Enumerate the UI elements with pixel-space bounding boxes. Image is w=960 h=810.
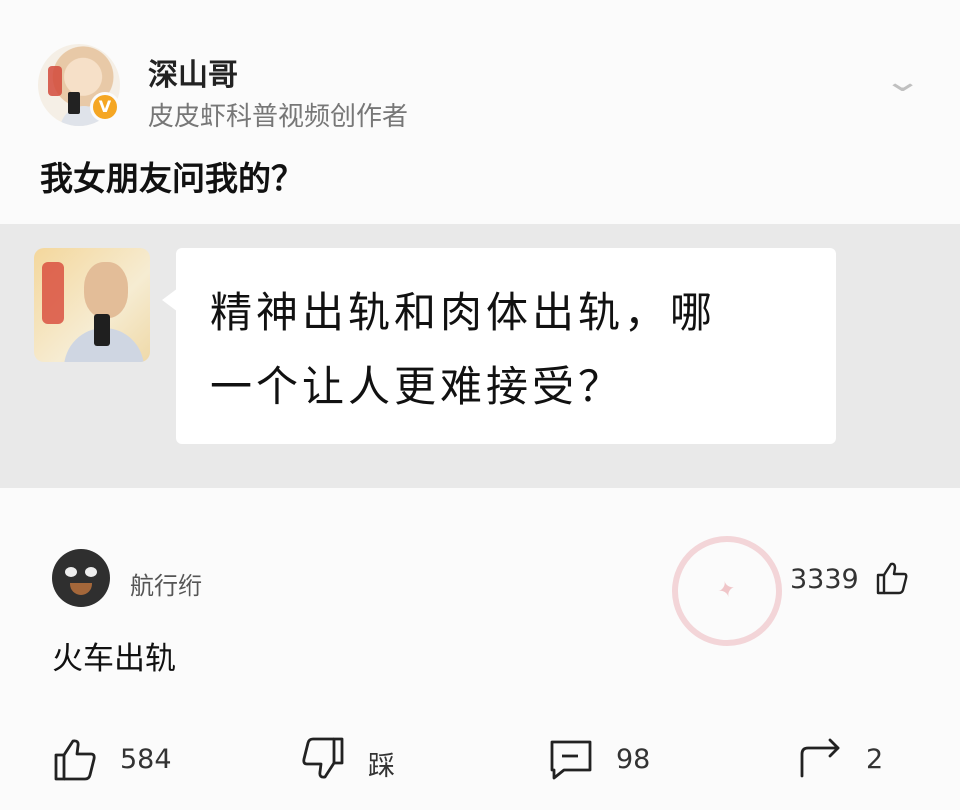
comment-text: 火车出轨 bbox=[52, 641, 176, 677]
thumbs-up-icon[interactable] bbox=[874, 560, 910, 596]
like-count: 584 bbox=[120, 744, 172, 775]
comment-like-count: 3339 bbox=[790, 564, 859, 595]
chevron-down-icon[interactable]: ⌄ bbox=[882, 64, 922, 99]
author-description: 皮皮虾科普视频创作者 bbox=[148, 102, 409, 132]
commenter-avatar[interactable] bbox=[52, 549, 110, 607]
commenter-name[interactable]: 航行绗 bbox=[130, 566, 202, 601]
share-icon[interactable] bbox=[798, 736, 844, 782]
bubble-line-2: 一个让人更难接受？ bbox=[210, 362, 625, 411]
comment-count: 98 bbox=[616, 744, 651, 775]
post-title: 我女朋友问我的？ bbox=[40, 159, 304, 198]
share-count: 2 bbox=[866, 744, 884, 775]
chat-bubble-text: 精神出轨和肉体出轨，哪 一个让人更难接受？ bbox=[210, 276, 810, 424]
author-name[interactable]: 深山哥 bbox=[148, 50, 238, 94]
thumbs-down-icon[interactable] bbox=[300, 736, 346, 782]
thumbs-up-icon[interactable] bbox=[52, 736, 98, 782]
bubble-line-1: 精神出轨和肉体出轨，哪 bbox=[210, 288, 717, 337]
dislike-label: 踩 bbox=[368, 751, 395, 782]
verified-badge-icon: V bbox=[90, 92, 120, 122]
watermark-seal: ✦ bbox=[660, 524, 794, 658]
comment-icon[interactable] bbox=[548, 736, 594, 782]
quoted-avatar bbox=[34, 248, 150, 362]
